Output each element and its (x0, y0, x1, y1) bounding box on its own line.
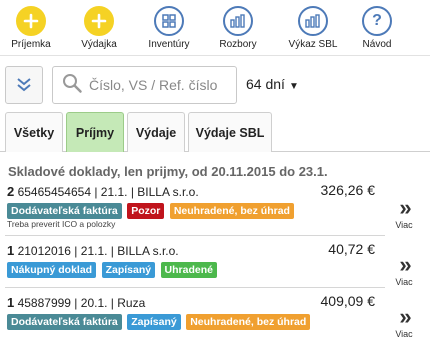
more-button[interactable]: » Viac (387, 304, 421, 340)
double-chevron-right-icon: » (399, 195, 411, 220)
document-header: 1 45887999 | 20.1. | Ruza (7, 295, 146, 310)
more-button[interactable]: » Viac (387, 195, 421, 231)
double-chevron-down-icon (17, 78, 31, 92)
record-status-badge: Zapísaný (101, 262, 156, 278)
plus-icon (84, 6, 114, 36)
more-label: Viac (395, 220, 413, 230)
search-input[interactable] (89, 77, 234, 93)
caret-down-icon: ▼ (288, 81, 299, 92)
payment-status-badge: Neuhradené, bez úhrad (169, 203, 294, 219)
days-label: 64 dní (246, 76, 285, 92)
tab-issues-sbl[interactable]: Výdaje SBL (188, 112, 272, 152)
type-badge: Dodávateľská faktúra (7, 203, 122, 219)
help-button[interactable]: ? Návod (354, 6, 400, 54)
new-receipt-button[interactable]: Príjemka (2, 6, 60, 54)
grid-icon (154, 6, 184, 36)
search-box[interactable] (52, 66, 237, 104)
toolbar-label: Návod (362, 39, 392, 50)
tab-issues[interactable]: Výdaje (127, 112, 185, 152)
document-badges: Dodávateľská faktúra Pozor Neuhradené, b… (7, 201, 295, 219)
more-label: Viac (395, 329, 413, 339)
record-status-badge: Zapísaný (127, 314, 181, 330)
document-count: 1 (7, 243, 15, 258)
search-icon (53, 72, 83, 99)
toolbar-label: Inventúry (148, 39, 190, 50)
divider (5, 235, 385, 236)
expand-filters-button[interactable] (5, 66, 43, 104)
document-count: 1 (7, 295, 15, 310)
more-label: Viac (395, 277, 413, 287)
new-issue-button[interactable]: Výdajka (70, 6, 128, 54)
toolbar-label: Výdajka (81, 39, 117, 50)
type-badge: Dodávateľská faktúra (7, 314, 122, 330)
tab-receipts[interactable]: Príjmy (66, 112, 124, 152)
document-header: 2 65465454654 | 21.1. | BILLA s.r.o. (7, 184, 199, 199)
document-number: 45887999 (17, 296, 71, 310)
tab-bar: Všetky Príjmy Výdaje Výdaje SBL (0, 112, 430, 152)
double-chevron-right-icon: » (399, 252, 411, 277)
document-amount: 326,26 € (320, 182, 376, 198)
plus-icon (16, 6, 46, 36)
document-date: 21.1. (80, 244, 108, 258)
document-partner: BILLA s.r.o. (137, 185, 199, 199)
document-number: 21012016 (17, 244, 71, 258)
document-date: 20.1. (80, 296, 108, 310)
more-button[interactable]: » Viac (387, 252, 421, 288)
double-chevron-right-icon: » (399, 304, 411, 329)
document-number: 65465454654 (17, 185, 91, 199)
document-amount: 409,09 € (320, 293, 376, 309)
payment-status-badge: Neuhradené, bez úhrad (186, 314, 311, 330)
sbl-report-button[interactable]: Výkaz SBL (280, 6, 346, 54)
document-note: Treba preverit ICO a polozky (7, 219, 116, 229)
document-item[interactable]: 1 45887999 | 20.1. | Ruza 409,09 € Dodáv… (5, 293, 425, 345)
document-count: 2 (7, 184, 15, 199)
help-icon: ? (362, 6, 392, 36)
toolbar-label: Výkaz SBL (288, 39, 338, 50)
toolbar-label: Príjemka (11, 39, 51, 50)
document-partner: Ruza (117, 296, 146, 310)
document-date: 21.1. (100, 185, 128, 199)
type-badge: Nákupný doklad (7, 262, 97, 278)
document-item[interactable]: 1 21012016 | 21.1. | BILLA s.r.o. 40,72 … (5, 241, 425, 288)
warning-badge: Pozor (127, 203, 165, 219)
toolbar-label: Rozbory (219, 39, 257, 50)
list-title: Skladové doklady, len prijmy, od 20.11.2… (8, 164, 328, 179)
document-partner: BILLA s.r.o. (117, 244, 179, 258)
document-header: 1 21012016 | 21.1. | BILLA s.r.o. (7, 243, 179, 258)
inventories-button[interactable]: Inventúry (138, 6, 200, 54)
bar-chart-icon (298, 6, 328, 36)
tab-all[interactable]: Všetky (5, 112, 63, 152)
document-badges: Dodávateľská faktúra Zapísaný Neuhradené… (7, 312, 311, 330)
document-item[interactable]: 2 65465454654 | 21.1. | BILLA s.r.o. 326… (5, 182, 425, 236)
payment-status-badge: Uhradené (160, 262, 217, 278)
toolbar: Príjemka Výdajka Inventúry Rozbory Výkaz… (0, 0, 430, 56)
days-range-select[interactable]: 64 dní ▼ (246, 76, 299, 92)
bar-chart-icon (223, 6, 253, 36)
divider (5, 287, 385, 288)
document-badges: Nákupný doklad Zapísaný Uhradené (7, 260, 218, 278)
analysis-button[interactable]: Rozbory (208, 6, 268, 54)
document-amount: 40,72 € (328, 241, 375, 257)
search-row: 64 dní▼ (0, 64, 430, 104)
